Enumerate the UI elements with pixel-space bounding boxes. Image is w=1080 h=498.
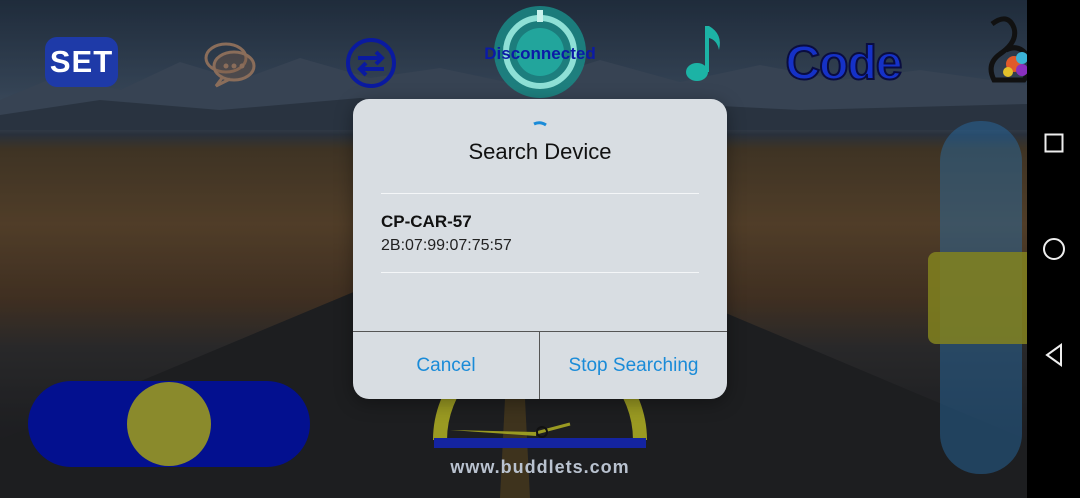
- cancel-button[interactable]: Cancel: [353, 332, 539, 399]
- search-device-dialog: Search Device CP-CAR-57 2B:07:99:07:75:5…: [353, 99, 727, 399]
- swan-logo-icon: [978, 14, 1027, 94]
- loading-spinner-icon: [533, 121, 547, 127]
- throttle-slider-knob[interactable]: [928, 252, 1034, 344]
- stop-searching-button[interactable]: Stop Searching: [540, 332, 727, 399]
- divider: [381, 193, 699, 194]
- device-name[interactable]: CP-CAR-57: [381, 212, 472, 232]
- triangle-back-icon[interactable]: [1027, 335, 1080, 375]
- website-url: www.buddlets.com: [450, 457, 630, 477]
- chat-bubbles-icon[interactable]: [202, 38, 258, 88]
- device-mac-address[interactable]: 2B:07:99:07:75:57: [381, 237, 512, 255]
- music-note-icon[interactable]: [683, 20, 727, 86]
- connection-status-text: Disconnected: [484, 44, 596, 63]
- divider: [381, 272, 699, 273]
- circle-icon[interactable]: [1027, 229, 1080, 269]
- toggle-knob[interactable]: [127, 382, 211, 466]
- set-button[interactable]: SET: [45, 37, 118, 87]
- android-nav-bar: [1027, 0, 1080, 498]
- square-icon[interactable]: [1027, 123, 1080, 163]
- swap-arrows-icon[interactable]: [344, 36, 398, 90]
- code-button[interactable]: Code: [785, 34, 904, 92]
- dialog-title: Search Device: [468, 139, 612, 164]
- drive-toggle[interactable]: [28, 381, 310, 467]
